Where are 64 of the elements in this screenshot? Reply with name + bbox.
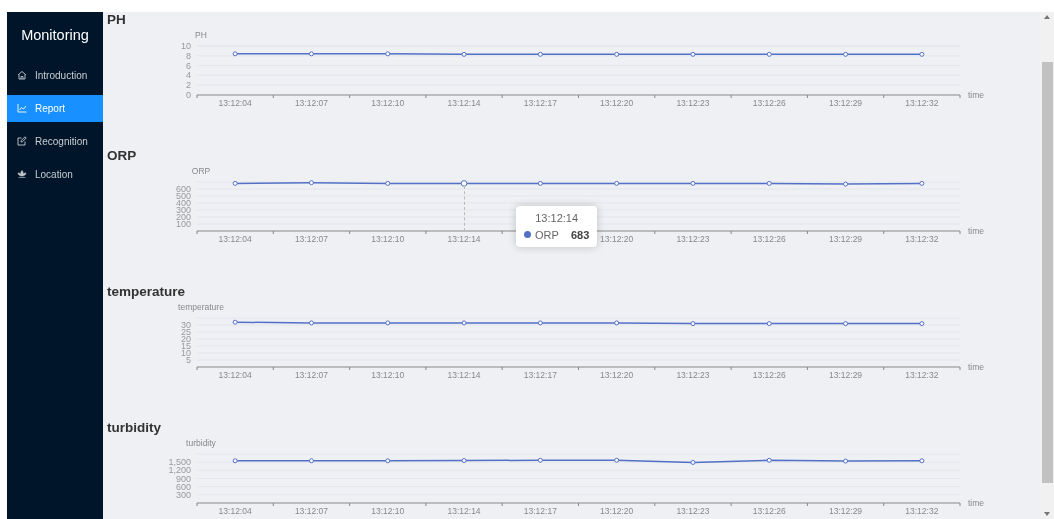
- axis-label: 13:12:10: [371, 506, 405, 516]
- series-value: 683: [570, 227, 590, 243]
- axis-label: 13:12:23: [676, 234, 710, 244]
- axis-label: 13:12:20: [600, 234, 634, 244]
- axis-title: time: [968, 498, 985, 508]
- axis-label: 13:12:07: [294, 234, 328, 244]
- axis-label: 13:12:23: [676, 506, 710, 516]
- axis-label: 13:12:07: [294, 506, 328, 516]
- chart-title: temperature: [106, 284, 186, 300]
- axis-label: 13:12:17: [523, 98, 557, 108]
- axis-title: temperature: [178, 302, 224, 312]
- axis-label: 13:12:29: [829, 234, 863, 244]
- axis-label: 13:12:04: [218, 506, 252, 516]
- chart-title: turbidity: [106, 420, 161, 436]
- axis-title: turbidity: [186, 438, 216, 448]
- axis-label: 13:12:20: [600, 98, 634, 108]
- axis-label: 13:12:14: [447, 506, 481, 516]
- chart-title: ORP: [106, 148, 137, 164]
- axis-label: 13:12:20: [600, 506, 634, 516]
- axis-label: 13:12:14: [447, 234, 481, 244]
- axis-label: 13:12:07: [294, 370, 328, 380]
- axis-label: 13:12:04: [218, 98, 252, 108]
- axis-label: 13:12:32: [905, 98, 939, 108]
- axis-label: 8: [186, 50, 191, 61]
- axis-label: 13:12:10: [371, 98, 405, 108]
- axis-label: 13:12:32: [905, 370, 939, 380]
- axis-label: 13:12:10: [371, 370, 405, 380]
- axis-label: 13:12:17: [523, 370, 557, 380]
- series-name: ORP: [535, 227, 559, 243]
- axis-label: 13:12:14: [447, 370, 481, 380]
- axis-label: 13:12:10: [371, 234, 405, 244]
- axis-label: 13:12:29: [829, 506, 863, 516]
- axis-label: 13:12:26: [752, 98, 786, 108]
- axis-label: 6: [186, 60, 191, 71]
- axis-label: 13:12:29: [829, 370, 863, 380]
- chart-title: PH: [106, 12, 126, 28]
- axis-label: 13:12:17: [523, 506, 557, 516]
- axis-title: time: [968, 362, 985, 372]
- axis-label: 13:12:20: [600, 370, 634, 380]
- axis-label: 13:12:29: [829, 98, 863, 108]
- axis-label: 13:12:32: [905, 506, 939, 516]
- app-title: Monitoring: [20, 26, 90, 45]
- axis-label: 0: [186, 90, 191, 100]
- axis-label: 13:12:32: [905, 234, 939, 244]
- axis-label: 13:12:23: [676, 98, 710, 108]
- axis-label: 13:12:04: [218, 234, 252, 244]
- axis-label: 13:12:14: [447, 98, 481, 108]
- axis-label: 13:12:04: [218, 370, 252, 380]
- axis-label: 13:12:26: [752, 370, 786, 380]
- axis-label: 600: [175, 481, 191, 492]
- axis-label: 2: [186, 80, 191, 91]
- axis-label: 13:12:26: [752, 506, 786, 516]
- axis-title: ORP: [191, 166, 211, 176]
- axis-label: 900: [175, 473, 191, 484]
- axis-title: time: [968, 226, 985, 236]
- axis-label: 10: [181, 41, 191, 51]
- axis-label: 300: [175, 489, 191, 500]
- axis-label: 13:12:07: [294, 98, 328, 108]
- axis-title: PH: [195, 30, 207, 40]
- axis-label: 4: [186, 70, 191, 81]
- axis-title: time: [968, 90, 985, 100]
- axis-label: 13:12:23: [676, 370, 710, 380]
- axis-label: 13:12:26: [752, 234, 786, 244]
- tooltip-title: 13:12:14: [535, 211, 579, 226]
